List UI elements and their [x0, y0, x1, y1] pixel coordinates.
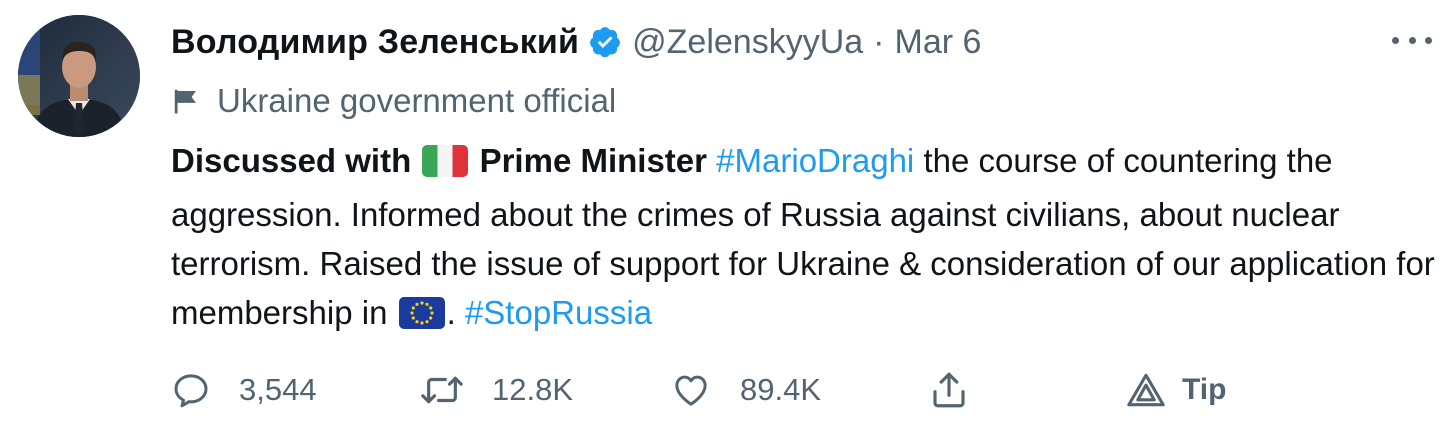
like-count: 89.4K — [740, 372, 822, 407]
tip-button[interactable]: Tip — [1126, 362, 1226, 418]
hashtag-stoprussia[interactable]: #StopRussia — [465, 294, 652, 331]
tweet-text: Discussed with Prime Minister #MarioDrag… — [171, 136, 1441, 342]
retweet-count: 12.8K — [492, 372, 574, 407]
action-bar: 3,544 12.8K 89.4K Tip — [171, 362, 1271, 418]
italy-flag-icon — [422, 141, 469, 190]
verified-badge-icon — [588, 25, 622, 59]
tweet-text-period: . — [446, 294, 456, 331]
user-handle[interactable]: @ZelenskyyUa — [632, 23, 863, 62]
heart-icon — [670, 370, 712, 410]
tweet-date[interactable]: Mar 6 — [895, 23, 982, 62]
tip-icon — [1126, 372, 1166, 408]
retweet-button[interactable]: 12.8K — [420, 362, 573, 418]
hashtag-mariodraghi[interactable]: #MarioDraghi — [716, 142, 914, 179]
share-icon — [928, 369, 970, 411]
share-button[interactable] — [928, 362, 970, 418]
reply-count: 3,544 — [239, 372, 317, 407]
separator-dot: · — [873, 22, 885, 61]
tweet-header: Володимир Зеленський @ZelenskyyUa · Mar … — [171, 16, 981, 68]
retweet-icon — [420, 370, 464, 410]
tweet-text-bold-2: Prime Minister — [479, 142, 707, 179]
like-button[interactable]: 89.4K — [670, 362, 821, 418]
eu-flag-icon — [398, 293, 445, 342]
reply-icon — [171, 370, 211, 410]
tip-label: Tip — [1182, 373, 1227, 406]
display-name[interactable]: Володимир Зеленський — [171, 23, 579, 62]
affiliation-text: Ukraine government official — [217, 82, 617, 119]
avatar[interactable] — [18, 15, 140, 137]
flag-icon — [171, 86, 201, 116]
affiliation-label: Ukraine government official — [171, 78, 616, 124]
reply-button[interactable]: 3,544 — [171, 362, 317, 418]
tweet-card[interactable]: Володимир Зеленський @ZelenskyyUa · Mar … — [0, 0, 1456, 431]
more-options-icon[interactable] — [1392, 30, 1432, 50]
tweet-text-bold-1: Discussed with — [171, 142, 412, 179]
